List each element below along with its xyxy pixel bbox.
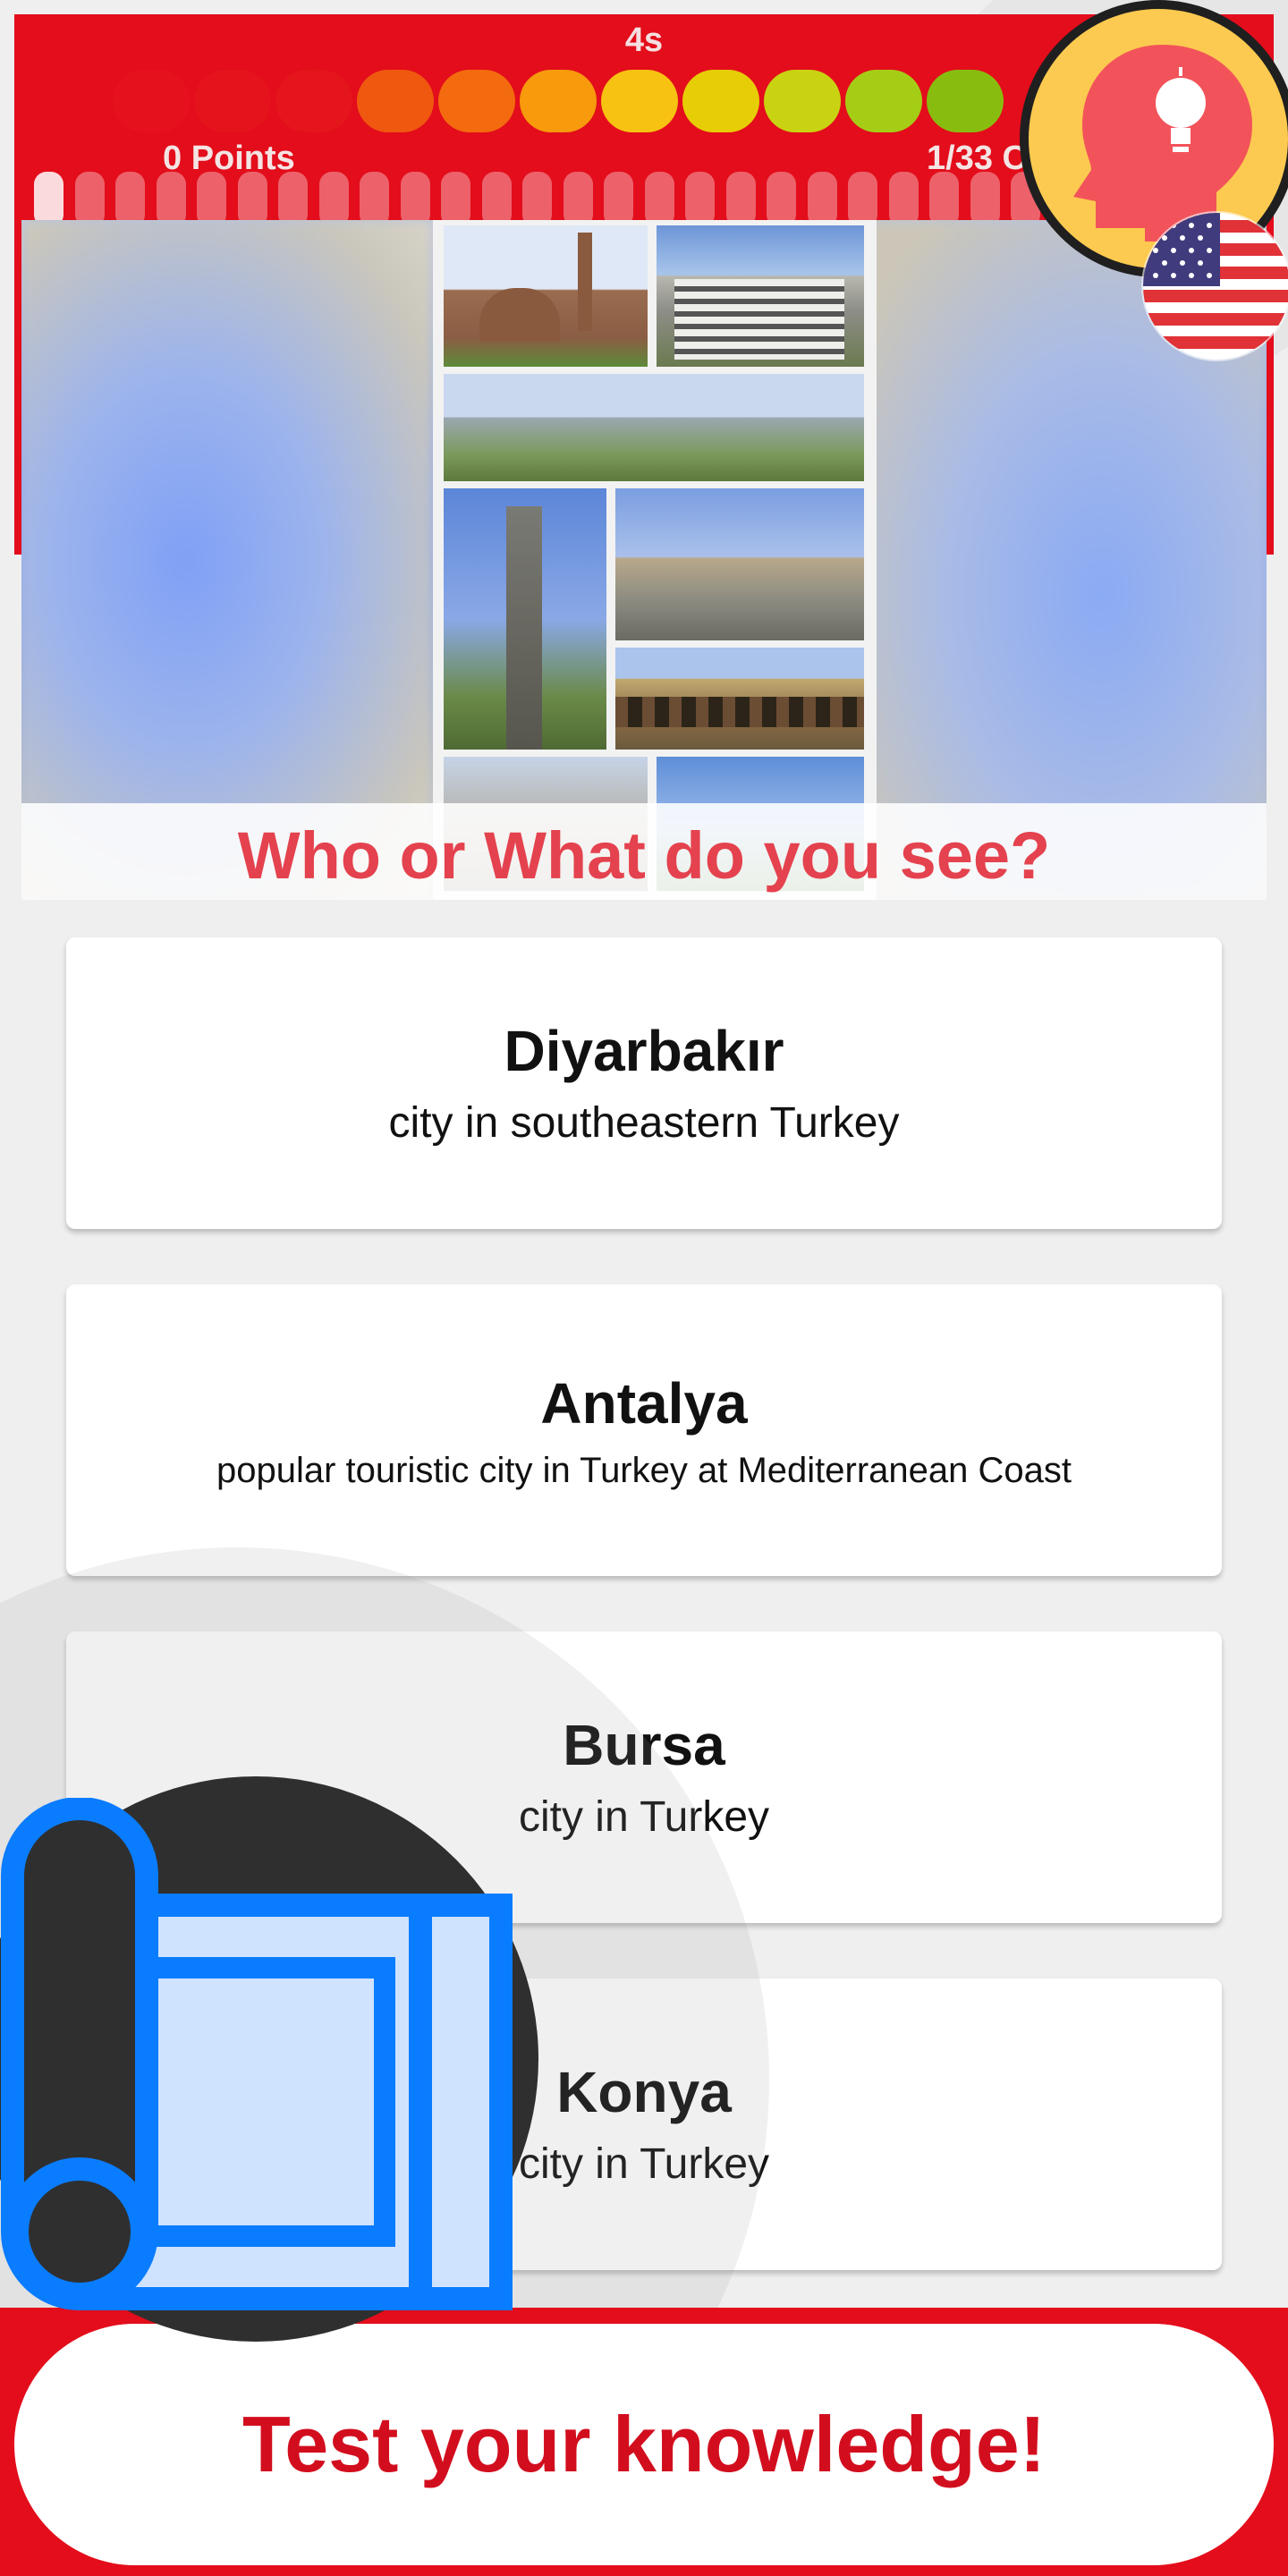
- answer-name: Antalya: [540, 1371, 748, 1436]
- answer-description: city in southeastern Turkey: [388, 1099, 900, 1147]
- progress-segment: [888, 172, 919, 227]
- progress-segment: [644, 172, 674, 227]
- timer-dot: [357, 70, 434, 132]
- progress-segment: [441, 172, 470, 227]
- left-rail: [14, 215, 21, 555]
- progress-segment: [604, 172, 633, 227]
- progress-segment: [970, 172, 1000, 227]
- progress-segment: [725, 172, 756, 227]
- collage-photo-street: [615, 488, 864, 640]
- collage-photo-park: [444, 374, 864, 481]
- progress-segment: [563, 172, 593, 227]
- question-text: Who or What do you see?: [237, 818, 1051, 893]
- photo-collage: [433, 220, 877, 900]
- progress-segment: [685, 172, 715, 227]
- collage-photo-mosque: [444, 225, 648, 367]
- progress-segment: [237, 172, 267, 227]
- head-lightbulb-icon: [1073, 45, 1252, 242]
- timer-dot: [845, 70, 922, 132]
- progress-segment: [767, 172, 796, 227]
- progress-segment: [522, 172, 552, 227]
- quiz-screen: 4s 0 Points 1/33 C Who or What do you se…: [0, 0, 1288, 2576]
- timer-dot: [927, 70, 1004, 132]
- points-label: 0 Points: [163, 140, 295, 177]
- progress-segment: [481, 172, 512, 227]
- timer-dot: [194, 70, 271, 132]
- collage-photo-bridge: [615, 648, 864, 750]
- timer-dot: [764, 70, 841, 132]
- answer-option-2[interactable]: Antalya popular touristic city in Turkey…: [66, 1284, 1222, 1576]
- progress-segment: [929, 172, 959, 227]
- collage-photo-minaret: [444, 488, 606, 750]
- progress-segment: [156, 172, 186, 227]
- answer-option-1[interactable]: Diyarbakır city in southeastern Turkey: [66, 937, 1222, 1229]
- progress-segment: [74, 172, 105, 227]
- progress-segment: [34, 172, 64, 227]
- scroll-icon: [1, 1798, 513, 2310]
- progress-segment: [848, 172, 877, 227]
- answer-description: popular touristic city in Turkey at Medi…: [216, 1451, 1072, 1490]
- timer-dot: [682, 70, 759, 132]
- progress-segment: [318, 172, 349, 227]
- quiz-image: [21, 220, 1267, 900]
- collage-photo-arches: [657, 225, 864, 367]
- progress-segment: [115, 172, 145, 227]
- blurred-background-left: [21, 220, 433, 900]
- us-flag-icon[interactable]: [1143, 213, 1288, 360]
- answer-name: Diyarbakır: [504, 1019, 784, 1083]
- progress-segment: [360, 172, 389, 227]
- progress-segment: [807, 172, 837, 227]
- progress-segment: [400, 172, 430, 227]
- timer-dot: [601, 70, 678, 132]
- progress-segment: [278, 172, 308, 227]
- timer-dot: [438, 70, 515, 132]
- question-band: Who or What do you see?: [21, 803, 1267, 900]
- test-knowledge-button[interactable]: Test your knowledge!: [14, 2324, 1274, 2565]
- timer-dot: [520, 70, 597, 132]
- timer-dot: [275, 70, 352, 132]
- progress-segment: [197, 172, 226, 227]
- timer-dot: [113, 70, 190, 132]
